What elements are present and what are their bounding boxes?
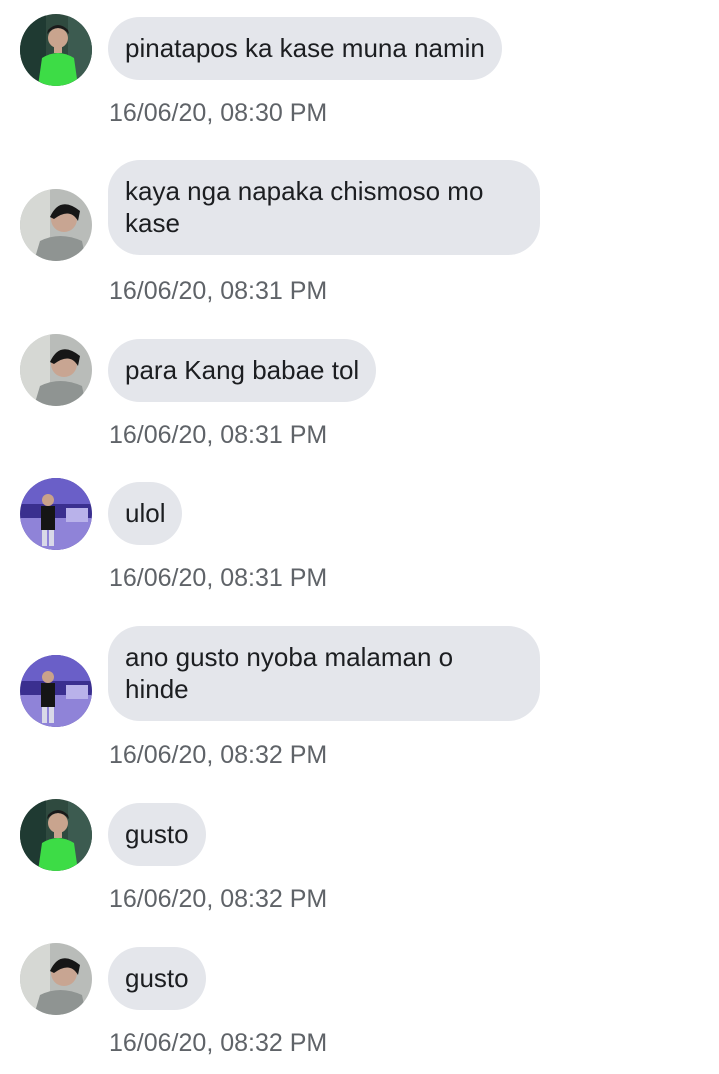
- message-timestamp: 16/06/20, 08:30 PM: [109, 99, 328, 127]
- stage-purple-avatar[interactable]: [20, 655, 92, 727]
- message-bubble[interactable]: ulol: [108, 482, 183, 545]
- message-bubble[interactable]: pinatapos ka kase muna namin: [108, 17, 502, 80]
- message-bubble[interactable]: kaya nga napaka chismoso mo kase: [108, 160, 540, 255]
- message-bubble[interactable]: gusto: [108, 947, 206, 1010]
- message-timestamp: 16/06/20, 08:31 PM: [109, 564, 328, 592]
- gray-sweater-avatar[interactable]: [20, 943, 92, 1015]
- message-bubble[interactable]: ano gusto nyoba malaman o hinde: [108, 626, 540, 721]
- stage-purple-avatar[interactable]: [20, 478, 92, 550]
- green-shirt-avatar[interactable]: [20, 799, 92, 871]
- chat-thread: pinatapos ka kase muna namin 16/06/20, 0…: [0, 0, 719, 1074]
- message-timestamp: 16/06/20, 08:31 PM: [109, 277, 328, 305]
- message-timestamp: 16/06/20, 08:32 PM: [109, 1029, 328, 1057]
- gray-sweater-avatar[interactable]: [20, 334, 92, 406]
- message-timestamp: 16/06/20, 08:32 PM: [109, 885, 328, 913]
- green-shirt-avatar[interactable]: [20, 14, 92, 86]
- message-timestamp: 16/06/20, 08:31 PM: [109, 421, 328, 449]
- message-bubble[interactable]: para Kang babae tol: [108, 339, 377, 402]
- message-timestamp: 16/06/20, 08:32 PM: [109, 741, 328, 769]
- gray-sweater-avatar[interactable]: [20, 189, 92, 261]
- message-bubble[interactable]: gusto: [108, 803, 206, 866]
